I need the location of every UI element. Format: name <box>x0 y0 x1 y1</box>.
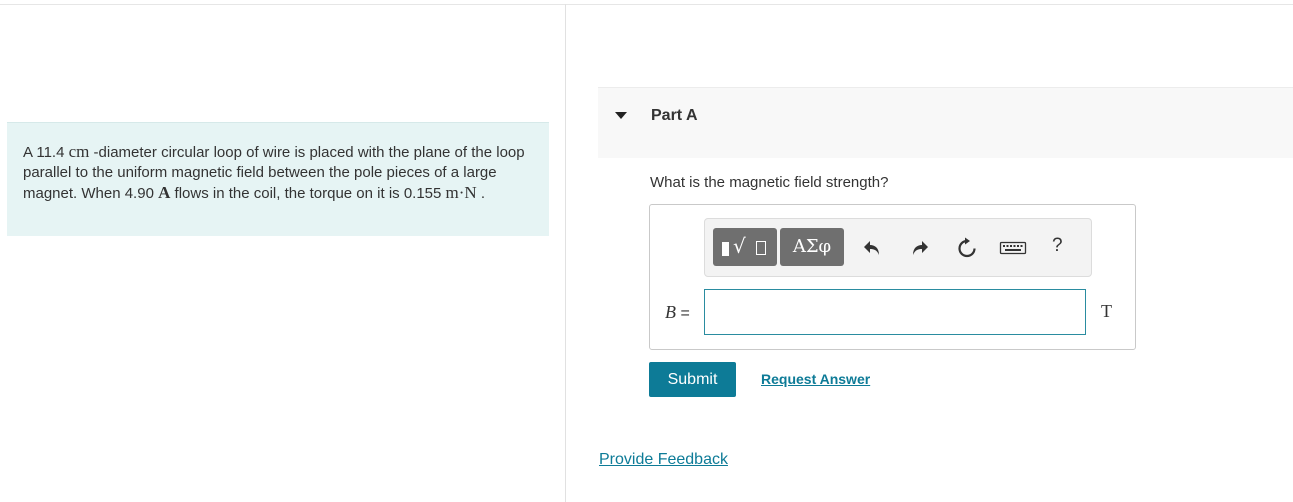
variable-symbol: B <box>665 302 676 322</box>
problem-statement: A 11.4 cm -diameter circular loop of wir… <box>7 122 549 236</box>
provide-feedback-link[interactable]: Provide Feedback <box>599 451 728 469</box>
templates-icon[interactable]: √ <box>713 228 777 266</box>
diameter-unit: cm <box>68 142 90 161</box>
current-unit: A <box>158 183 171 202</box>
question-text: What is the magnetic field strength? <box>650 174 889 191</box>
equals-sign: = <box>676 305 690 322</box>
top-rule <box>0 4 1293 5</box>
answer-input[interactable] <box>704 289 1086 335</box>
radical-icon: √ <box>733 234 746 258</box>
problem-text-2: flows in the coil, the torque on it is 0… <box>170 185 446 202</box>
math-toolbar: √ ΑΣφ ? <box>704 218 1092 277</box>
problem-text-suffix: . <box>476 185 486 202</box>
problem-text-prefix: A 11.4 <box>23 144 69 161</box>
help-button[interactable]: ? <box>1052 235 1063 257</box>
answer-variable-label: B = <box>665 302 690 323</box>
reset-icon[interactable] <box>955 236 979 260</box>
template-block-icon <box>722 242 729 256</box>
answer-box: √ ΑΣφ ? B = T <box>649 204 1136 350</box>
submit-button[interactable]: Submit <box>649 362 736 397</box>
greek-symbols-button[interactable]: ΑΣφ <box>780 228 844 266</box>
template-box-icon <box>756 241 766 255</box>
panel-divider <box>565 4 566 502</box>
caret-down-icon[interactable] <box>615 112 627 119</box>
request-answer-link[interactable]: Request Answer <box>761 371 870 387</box>
torque-unit: m·N <box>445 183 477 202</box>
undo-icon[interactable] <box>860 236 884 260</box>
redo-icon[interactable] <box>908 236 932 260</box>
part-header[interactable]: Part A <box>598 87 1293 158</box>
answer-unit: T <box>1101 301 1112 321</box>
part-title: Part A <box>651 107 698 124</box>
keyboard-icon[interactable] <box>999 236 1027 260</box>
